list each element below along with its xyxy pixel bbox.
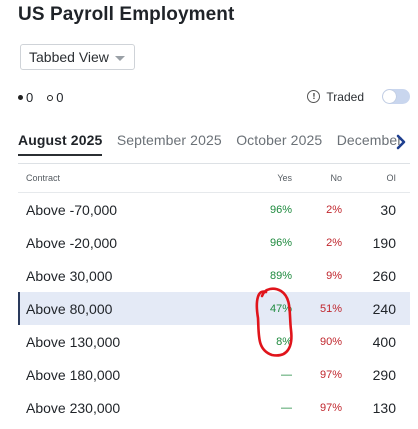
yes-price[interactable]: — (242, 402, 292, 414)
contract-name: Above 80,000 (26, 300, 113, 317)
open-count: 0 (47, 90, 63, 105)
open-count-value: 0 (56, 90, 64, 105)
traded-filter: ! Traded (307, 89, 410, 104)
no-price[interactable]: 9% (292, 270, 342, 282)
table-row[interactable]: Above -70,000 96% 2% 30 (18, 193, 410, 226)
info-icon[interactable]: ! (307, 90, 321, 103)
tab-october-2025[interactable]: October 2025 (236, 132, 322, 148)
chevron-right-icon[interactable] (392, 133, 410, 151)
contract-name: Above -70,000 (26, 201, 118, 218)
filled-count: 0 (18, 90, 33, 105)
no-price[interactable]: 2% (292, 237, 342, 249)
traded-label: Traded (326, 89, 364, 104)
filled-dot-icon (18, 95, 23, 100)
open-interest: 30 (380, 201, 396, 218)
header-no: No (330, 173, 342, 183)
contracts-table: Contract Yes No OI Above -70,000 96% 2% … (18, 164, 410, 424)
table-row[interactable]: Above 230,000 — 97% 130 (18, 391, 410, 424)
view-mode-value: Tabbed View (29, 49, 109, 65)
contract-name: Above 130,000 (26, 333, 121, 350)
yes-price[interactable]: 96% (242, 237, 292, 249)
no-price[interactable]: 90% (292, 336, 342, 348)
no-price[interactable]: 97% (292, 369, 342, 381)
open-interest: 190 (372, 234, 396, 251)
yes-price[interactable]: — (242, 369, 292, 381)
open-interest: 290 (372, 366, 396, 383)
yes-price[interactable]: 47% (242, 303, 292, 315)
filled-count-value: 0 (26, 90, 34, 105)
table-row[interactable]: Above 130,000 8% 90% 400 (18, 325, 410, 358)
yes-price[interactable]: 96% (242, 204, 292, 216)
tab-september-2025[interactable]: September 2025 (117, 132, 222, 148)
open-interest: 240 (372, 300, 396, 317)
yes-price[interactable]: 89% (242, 270, 292, 282)
contract-name: Above -20,000 (26, 234, 118, 251)
month-tabs: August 2025 September 2025 October 2025 … (18, 132, 402, 162)
open-dot-icon (47, 94, 54, 101)
contract-name: Above 230,000 (26, 399, 121, 416)
open-interest: 400 (372, 333, 396, 350)
tab-august-2025[interactable]: August 2025 (18, 132, 103, 156)
table-header: Contract Yes No OI (18, 164, 410, 193)
no-price[interactable]: 51% (292, 303, 342, 315)
page-title: US Payroll Employment (18, 4, 235, 25)
header-contract: Contract (26, 173, 61, 183)
no-price[interactable]: 2% (292, 204, 342, 216)
open-interest: 130 (372, 399, 396, 416)
yes-price[interactable]: 8% (242, 336, 292, 348)
position-counts: 0 0 (18, 90, 63, 105)
header-yes: Yes (277, 173, 292, 183)
table-row[interactable]: Above -20,000 96% 2% 190 (18, 226, 410, 259)
traded-toggle[interactable] (382, 89, 410, 104)
toggle-knob (383, 90, 396, 103)
chevron-down-icon (115, 56, 125, 61)
header-oi: OI (386, 173, 396, 183)
table-row[interactable]: Above 30,000 89% 9% 260 (18, 259, 410, 292)
table-row-selected[interactable]: Above 80,000 47% 51% 240 (18, 292, 410, 325)
table-row[interactable]: Above 180,000 — 97% 290 (18, 358, 410, 391)
open-interest: 260 (372, 267, 396, 284)
no-price[interactable]: 97% (292, 402, 342, 414)
view-mode-dropdown[interactable]: Tabbed View (20, 44, 135, 70)
contract-name: Above 180,000 (26, 366, 121, 383)
contract-name: Above 30,000 (26, 267, 113, 284)
